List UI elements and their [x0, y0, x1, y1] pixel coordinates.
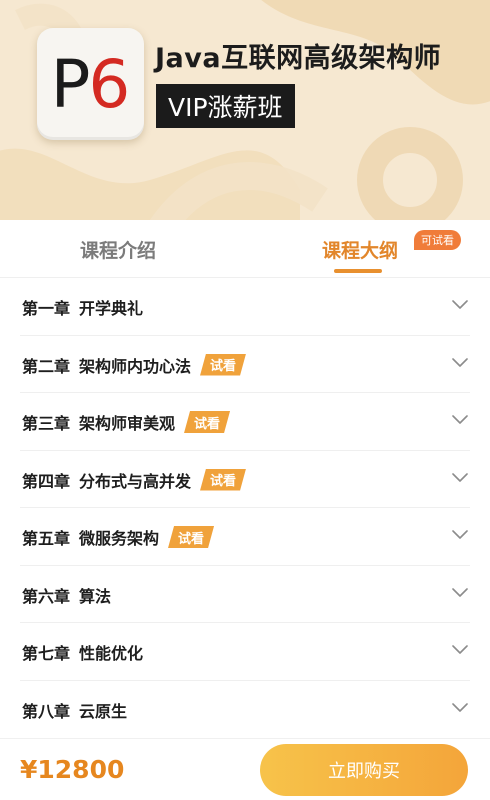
chevron-down-icon[interactable]: [452, 587, 468, 598]
course-price: ¥12800: [20, 755, 125, 784]
chapter-row[interactable]: 第三章 架构师审美观 试看: [0, 393, 490, 451]
tab-course-outline[interactable]: 课程大纲: [322, 236, 398, 263]
chevron-down-icon[interactable]: [452, 530, 468, 540]
chapter-title: 架构师审美观: [79, 414, 176, 433]
chapter-row[interactable]: 第四章 分布式与高并发 试看: [0, 451, 490, 509]
chapter-number: 第八章: [22, 701, 71, 721]
chevron-down-icon[interactable]: [452, 702, 468, 713]
chapter-text: 第六章 算法: [22, 583, 111, 607]
chapter-number: 第一章: [22, 299, 71, 318]
chapter-row[interactable]: 第六章 算法: [0, 566, 490, 624]
chapter-title: 性能优化: [79, 644, 144, 663]
course-page: P6 Java互联网高级架构师 VIP涨薪班 课程介绍 课程大纲 可试看 第一章…: [0, 0, 490, 800]
chapter-number: 第六章: [22, 586, 71, 606]
chapter-number: 第五章: [22, 529, 71, 548]
chapter-number: 第四章: [22, 471, 71, 491]
logo-number: 6: [88, 45, 131, 123]
chevron-down-icon[interactable]: [452, 300, 468, 310]
chapter-text: 第五章 微服务架构 试看: [22, 525, 214, 549]
chapter-text: 第四章 分布式与高并发 试看: [22, 468, 246, 492]
chevron-down-icon[interactable]: [452, 472, 468, 483]
chapter-title: 算法: [79, 586, 112, 606]
logo-letter: P: [50, 45, 91, 123]
trial-tag[interactable]: 试看: [184, 411, 230, 433]
trial-available-badge: 可试看: [414, 230, 461, 250]
chevron-down-icon[interactable]: [452, 357, 468, 368]
chevron-down-icon[interactable]: [452, 415, 468, 425]
chapter-title: 分布式与高并发: [79, 471, 192, 491]
chapter-title: 云原生: [79, 701, 128, 721]
chapter-number: 第三章: [22, 414, 71, 433]
trial-tag[interactable]: 试看: [200, 469, 246, 491]
course-banner: P6 Java互联网高级架构师 VIP涨薪班: [0, 0, 490, 220]
chapter-row[interactable]: 第二章 架构师内功心法 试看: [0, 336, 490, 394]
chapter-row[interactable]: 第七章 性能优化: [0, 623, 490, 681]
chapter-text: 第二章 架构师内功心法 试看: [22, 353, 246, 377]
purchase-bar: ¥12800 立即购买: [0, 738, 490, 800]
trial-tag[interactable]: 试看: [200, 354, 246, 376]
chapter-number: 第二章: [22, 356, 71, 376]
trial-tag[interactable]: 试看: [168, 526, 214, 548]
chapter-text: 第三章 架构师审美观 试看: [22, 410, 230, 434]
chapter-number: 第七章: [22, 644, 71, 663]
p6-logo: P6: [37, 28, 144, 140]
chapter-row[interactable]: 第五章 微服务架构 试看: [0, 508, 490, 566]
chapter-row[interactable]: 第八章 云原生: [0, 681, 490, 739]
chapter-list: 第一章 开学典礼 第二章 架构师内功心法 试看 第三章 架构师审美观 试看 第四章 分布式与高并发…: [0, 278, 490, 738]
tab-course-intro[interactable]: 课程介绍: [80, 236, 156, 263]
buy-now-button[interactable]: 立即购买: [260, 744, 468, 796]
chapter-title: 微服务架构: [79, 529, 160, 548]
vip-class-tag: VIP涨薪班: [156, 84, 295, 128]
active-tab-indicator: [334, 269, 382, 273]
chapter-text: 第一章 开学典礼: [22, 295, 143, 319]
chapter-row[interactable]: 第一章 开学典礼: [0, 278, 490, 336]
chapter-text: 第八章 云原生: [22, 698, 127, 722]
chapter-title: 架构师内功心法: [79, 356, 192, 376]
chapter-title: 开学典礼: [79, 299, 144, 318]
chevron-down-icon[interactable]: [452, 645, 468, 655]
course-title: Java互联网高级架构师: [155, 43, 442, 74]
chapter-text: 第七章 性能优化: [22, 640, 143, 664]
